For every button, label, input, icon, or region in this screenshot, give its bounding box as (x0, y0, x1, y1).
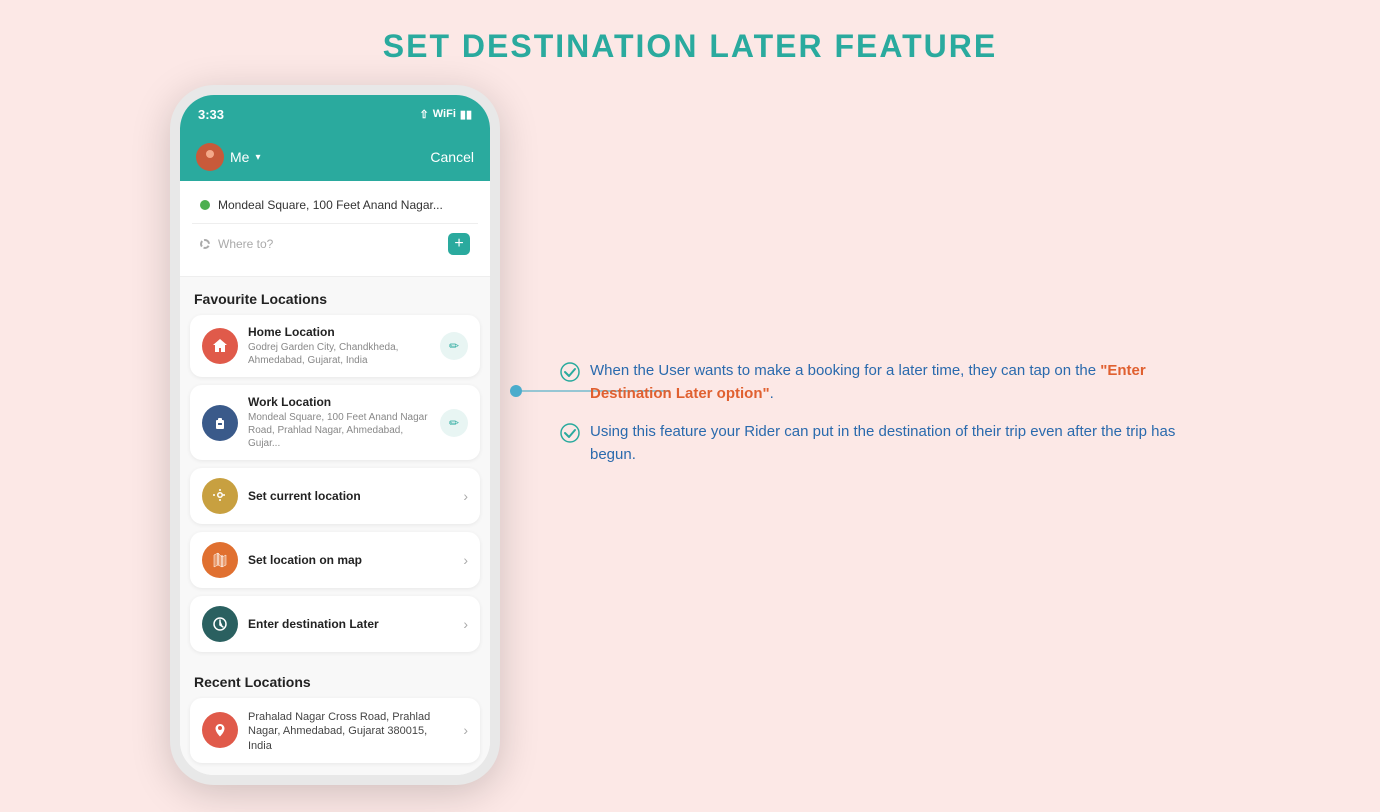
current-location-name: Set current location (248, 489, 453, 503)
home-location-address: Godrej Garden City, Chandkheda,Ahmedabad… (248, 341, 430, 367)
status-bar: 3:33 ⇧ WiFi ▮▮ (180, 95, 490, 133)
list-item[interactable]: Work Location Mondeal Square, 100 Feet A… (190, 385, 480, 460)
list-item[interactable]: Prahalad Nagar Cross Road, Prahlad Nagar… (190, 698, 480, 763)
work-edit-button[interactable]: ✏ (440, 409, 468, 437)
phone-content: Favourite Locations Home Location Godrej… (180, 277, 490, 785)
work-location-info: Work Location Mondeal Square, 100 Feet A… (248, 395, 430, 450)
later-location-chevron: › (463, 616, 468, 632)
checkmark-icon-2 (560, 423, 580, 443)
cancel-button[interactable]: Cancel (430, 149, 474, 165)
bullet-item-1: When the User wants to make a booking fo… (560, 360, 1180, 405)
destination-placeholder: Where to? (218, 237, 440, 251)
origin-dot (200, 200, 210, 210)
connector-dot (510, 385, 522, 397)
map-location-chevron: › (463, 552, 468, 568)
list-item[interactable]: Set current location › (190, 468, 480, 524)
section-favourite: Favourite Locations (180, 277, 490, 315)
search-divider (192, 223, 478, 224)
chevron-down-icon: ▾ (255, 152, 260, 163)
page-title: SET DESTINATION LATER FEATURE (0, 0, 1380, 65)
status-time: 3:33 (198, 107, 224, 122)
home-location-icon (202, 328, 238, 364)
bullet-text-2: Using this feature your Rider can put in… (590, 421, 1180, 466)
current-location-info: Set current location (248, 489, 453, 503)
recent-location-icon (202, 712, 238, 748)
home-edit-button[interactable]: ✏ (440, 332, 468, 360)
section-recent: Recent Locations (180, 660, 490, 698)
later-location-name: Enter destination Later (248, 617, 453, 631)
bullet-list: When the User wants to make a booking fo… (560, 360, 1180, 466)
home-location-info: Home Location Godrej Garden City, Chandk… (248, 325, 430, 367)
map-location-info: Set location on map (248, 553, 453, 567)
recent-location-chevron: › (463, 722, 468, 738)
destination-dot (200, 239, 210, 249)
recent-location-address: Prahalad Nagar Cross Road, Prahlad Nagar… (248, 710, 453, 753)
phone-frame: 3:33 ⇧ WiFi ▮▮ Me ▾ Cancel (170, 85, 500, 785)
home-location-name: Home Location (248, 325, 430, 339)
map-location-icon (202, 542, 238, 578)
phone-mockup: 3:33 ⇧ WiFi ▮▮ Me ▾ Cancel (170, 85, 500, 785)
later-location-icon (202, 606, 238, 642)
checkmark-icon-1 (560, 362, 580, 382)
origin-text: Mondeal Square, 100 Feet Anand Nagar... (218, 198, 470, 212)
work-location-name: Work Location (248, 395, 430, 409)
bullet-text-1: When the User wants to make a booking fo… (590, 360, 1180, 405)
current-location-chevron: › (463, 488, 468, 504)
destination-row[interactable]: Where to? + (192, 226, 478, 262)
current-location-icon (202, 478, 238, 514)
header-bar: Me ▾ Cancel (180, 133, 490, 181)
status-icons: ⇧ WiFi ▮▮ (420, 108, 472, 121)
list-item[interactable]: Enter destination Later › (190, 596, 480, 652)
header-user[interactable]: Me ▾ (196, 143, 260, 171)
bullet-item-2: Using this feature your Rider can put in… (560, 421, 1180, 466)
search-area: Mondeal Square, 100 Feet Anand Nagar... … (180, 181, 490, 277)
recent-location-info: Prahalad Nagar Cross Road, Prahlad Nagar… (248, 708, 453, 753)
list-item[interactable]: Set location on map › (190, 532, 480, 588)
later-location-info: Enter destination Later (248, 617, 453, 631)
avatar (196, 143, 224, 171)
add-stop-button[interactable]: + (448, 233, 470, 255)
info-panel: When the User wants to make a booking fo… (560, 360, 1180, 466)
list-item[interactable]: Home Location Godrej Garden City, Chandk… (190, 315, 480, 377)
work-location-address: Mondeal Square, 100 Feet Anand Nagar Roa… (248, 411, 430, 450)
map-location-name: Set location on map (248, 553, 453, 567)
header-user-label: Me (230, 149, 249, 165)
origin-row[interactable]: Mondeal Square, 100 Feet Anand Nagar... (192, 191, 478, 219)
work-location-icon (202, 405, 238, 441)
